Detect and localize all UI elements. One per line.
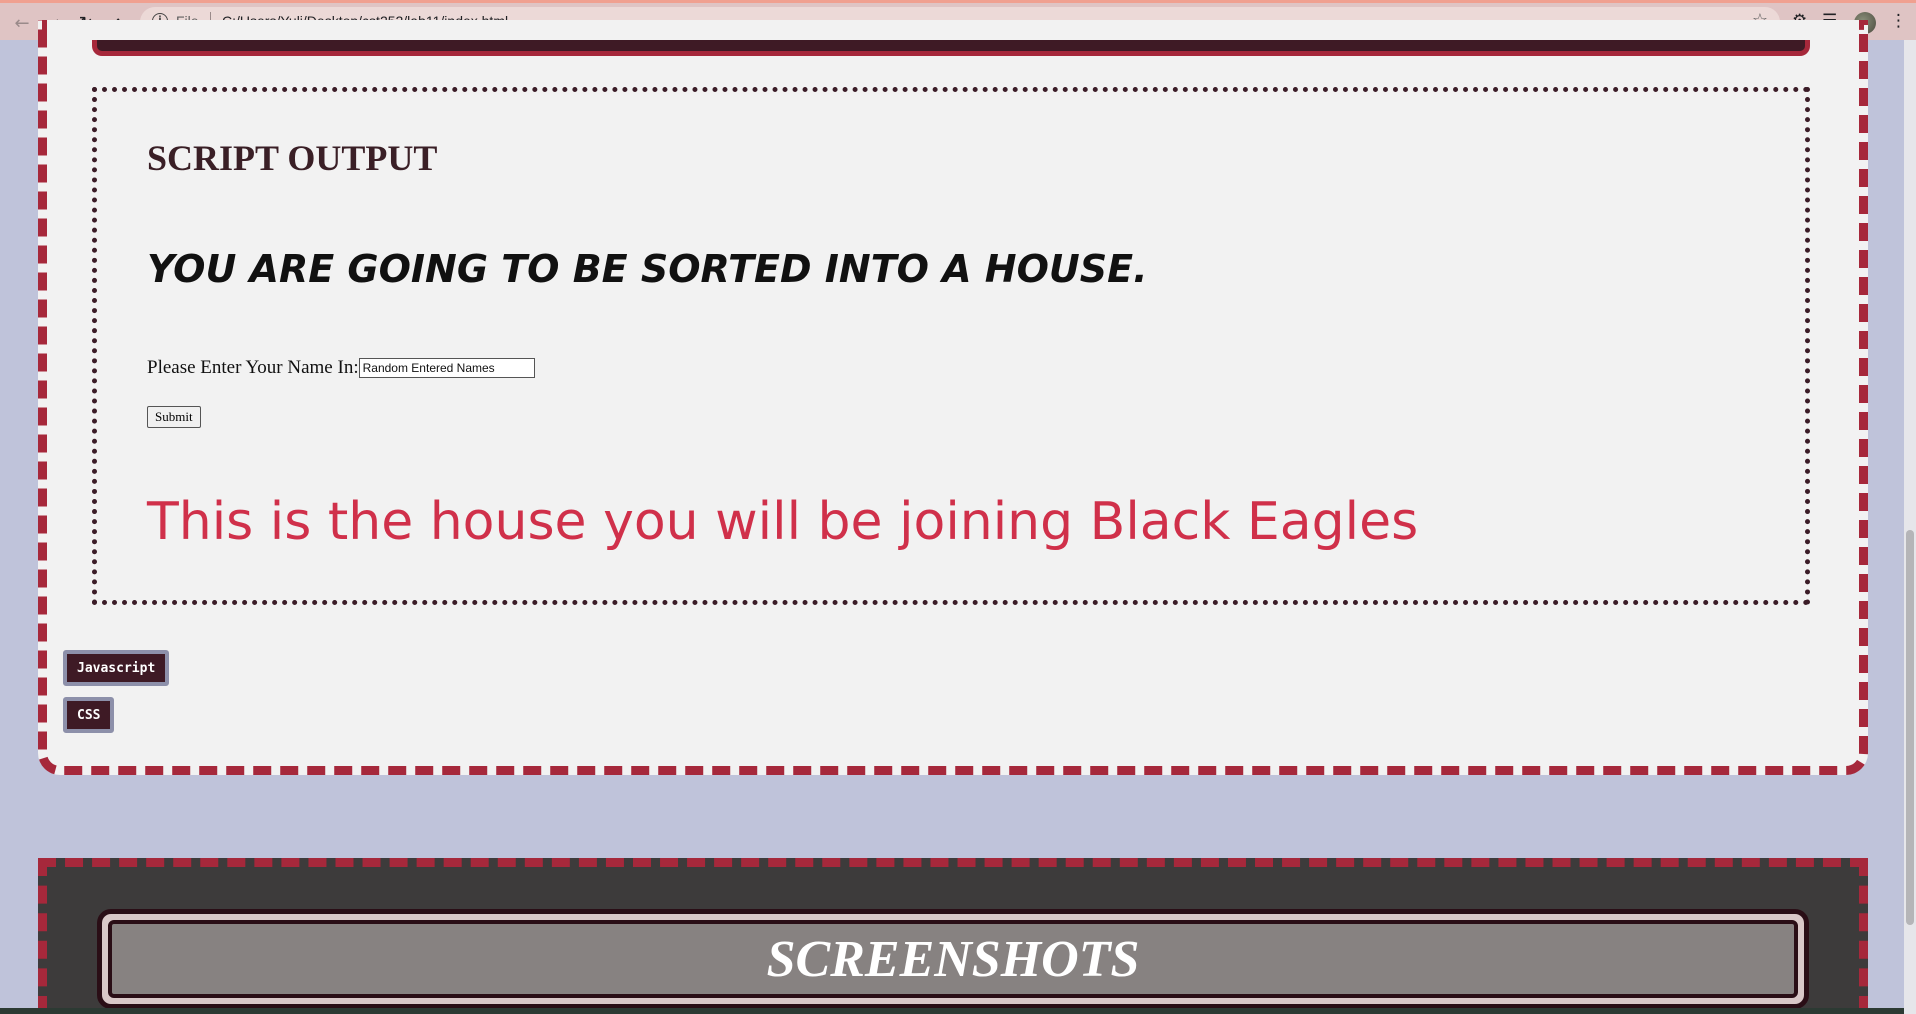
sorting-heading: YOU ARE GOING TO BE SORTED INTO A HOUSE. xyxy=(147,247,1148,291)
menu-kebab-icon[interactable]: ⋮ xyxy=(1890,11,1907,31)
taskbar-strip xyxy=(0,1008,1904,1014)
screenshots-section: SCREENSHOTS xyxy=(38,858,1868,1014)
back-icon[interactable]: ← xyxy=(8,9,36,37)
name-form-row: Please Enter Your Name In: xyxy=(147,357,535,379)
script-output-box: SCRIPT OUTPUT YOU ARE GOING TO BE SORTED… xyxy=(92,87,1810,605)
screenshots-banner-inner: SCREENSHOTS xyxy=(108,920,1798,998)
javascript-button[interactable]: Javascript xyxy=(63,650,170,686)
script-output-heading: SCRIPT OUTPUT xyxy=(147,138,438,178)
scrollbar-thumb[interactable] xyxy=(1906,530,1914,925)
screenshots-banner: SCREENSHOTS xyxy=(97,909,1809,1009)
page-scrollbar[interactable] xyxy=(1904,40,1916,1014)
name-label: Please Enter Your Name In: xyxy=(147,357,359,378)
name-input[interactable] xyxy=(358,358,535,378)
css-button[interactable]: CSS xyxy=(63,697,115,733)
previous-section-bar xyxy=(92,40,1810,56)
house-result-text: This is the house you will be joining Bl… xyxy=(147,492,1419,552)
screenshots-title: SCREENSHOTS xyxy=(766,930,1140,988)
submit-button[interactable]: Submit xyxy=(147,406,201,428)
